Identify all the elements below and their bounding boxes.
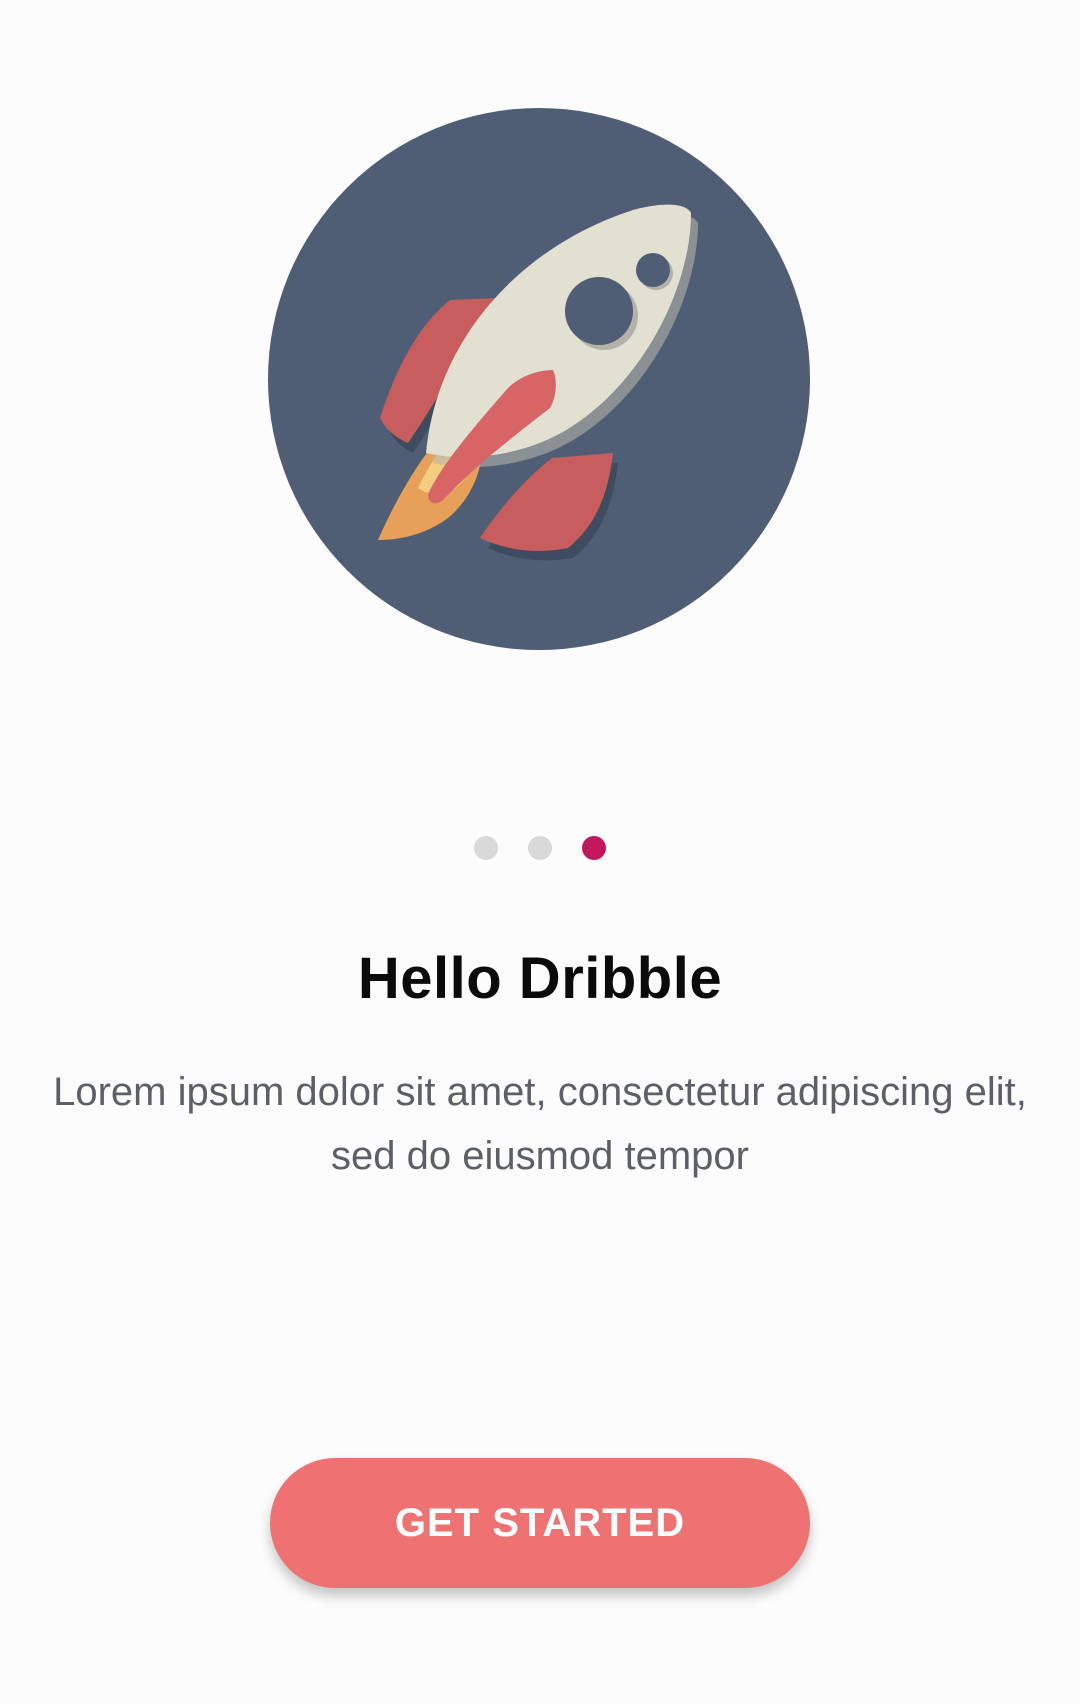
rocket-icon bbox=[268, 108, 810, 650]
page-indicator bbox=[0, 836, 1080, 860]
page-dot-2[interactable] bbox=[528, 836, 552, 860]
get-started-button[interactable]: GET STARTED bbox=[270, 1458, 810, 1588]
page-dot-3-active[interactable] bbox=[582, 836, 606, 860]
onboarding-title: Hello Dribble bbox=[357, 946, 723, 1011]
page-dot-1[interactable] bbox=[474, 836, 498, 860]
hero-illustration bbox=[268, 108, 810, 650]
onboarding-description: Lorem ipsum dolor sit amet, consectetur … bbox=[53, 1070, 1027, 1178]
